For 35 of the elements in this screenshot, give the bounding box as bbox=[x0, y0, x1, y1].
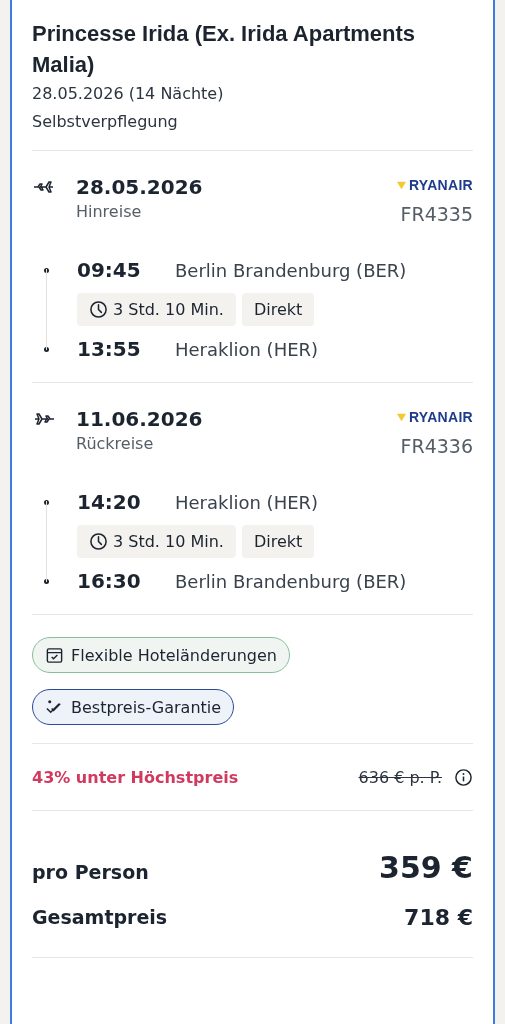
time: 16:30 bbox=[77, 569, 142, 593]
stops-chip: Direkt bbox=[241, 293, 315, 326]
time: 14:20 bbox=[77, 490, 142, 514]
airport-name: Heraklion (HER) bbox=[175, 491, 319, 513]
old-price: 636 € p. P. bbox=[358, 767, 442, 787]
discount-text: 43% unter Höchstpreis bbox=[32, 767, 239, 787]
airline-logo: RYANAIR bbox=[408, 177, 473, 193]
flight-direction: Hinreise bbox=[76, 201, 143, 223]
travel-dates: 28.05.2026 (14 Nächte) bbox=[32, 83, 225, 105]
best-price-badge: Bestpreis-Garantie bbox=[32, 689, 235, 725]
clock-icon bbox=[89, 300, 108, 319]
duration-chip: 3 Std. 10 Min. bbox=[77, 525, 236, 558]
board-type: Selbstverpflegung bbox=[32, 111, 179, 133]
airport-name: Berlin Brandenburg (BER) bbox=[175, 570, 407, 592]
flexible-changes-badge: Flexible Hoteländerungen bbox=[32, 637, 290, 673]
flight-number: FR4335 bbox=[400, 203, 473, 225]
airport-name: Heraklion (HER) bbox=[175, 338, 319, 360]
hotel-name: Princesse Irida (Ex. Irida Apartments Malia) bbox=[32, 20, 417, 79]
clock-icon bbox=[89, 532, 108, 551]
time: 09:45 bbox=[77, 258, 142, 282]
calendar-check-icon bbox=[45, 645, 64, 665]
flight-date: 11.06.2026 bbox=[76, 406, 204, 433]
stops-chip: Direkt bbox=[241, 525, 315, 558]
airport-name: Berlin Brandenburg (BER) bbox=[175, 259, 407, 281]
flight-number: FR4336 bbox=[400, 435, 473, 457]
time: 13:55 bbox=[77, 337, 142, 361]
airline-logo: RYANAIR bbox=[408, 409, 473, 425]
price-label: pro Person bbox=[32, 861, 149, 883]
price-label: Gesamtpreis bbox=[32, 906, 168, 928]
duration-chip: 3 Std. 10 Min. bbox=[77, 293, 236, 326]
info-icon bbox=[454, 767, 473, 787]
flight-date: 28.05.2026 bbox=[76, 174, 204, 201]
price-value: 718 € bbox=[404, 904, 473, 930]
price-value: 359 € bbox=[379, 850, 473, 885]
flight-direction: Rückreise bbox=[76, 433, 155, 455]
